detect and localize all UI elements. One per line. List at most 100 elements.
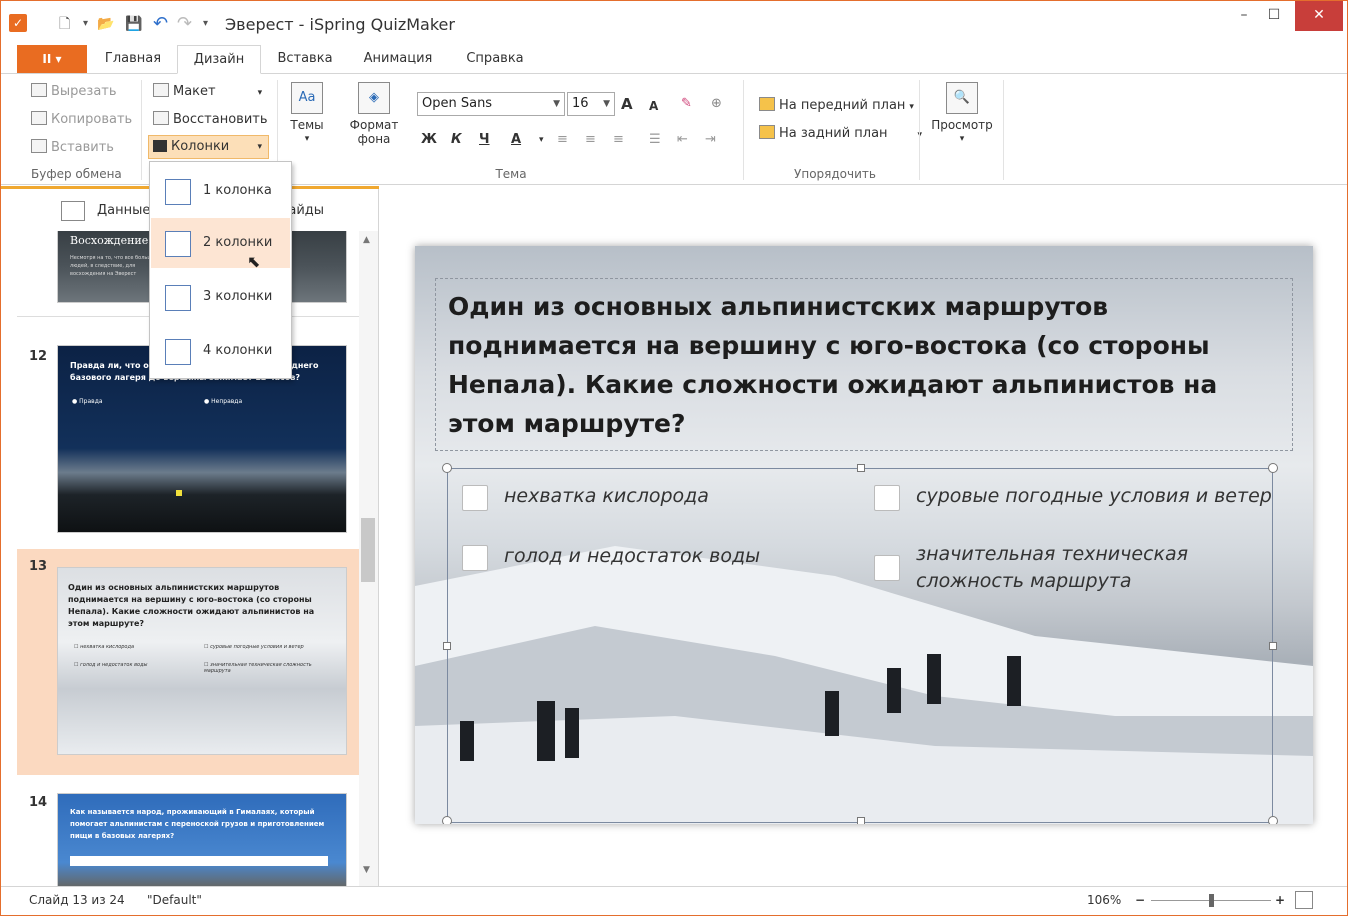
slide-counter: Слайд 13 из 24 <box>29 893 125 907</box>
slide-canvas: Один из основных альпинистских маршрутов… <box>415 246 1313 824</box>
ribbon-separator <box>141 80 142 180</box>
scroll-up-icon[interactable]: ▲ <box>363 235 370 245</box>
zoom-slider[interactable] <box>1151 894 1271 907</box>
zoom-out-button[interactable]: − <box>1135 887 1145 913</box>
clipboard-icon <box>31 139 47 153</box>
font-size-select[interactable]: 16 ▼ <box>567 92 615 116</box>
answer-checkbox[interactable] <box>462 485 488 511</box>
tab-home[interactable]: Главная <box>99 45 167 74</box>
redo-icon[interactable]: ↷ <box>177 15 192 33</box>
send-to-back-button[interactable]: На задний план▾ <box>759 124 922 145</box>
zoom-in-button[interactable]: + <box>1275 887 1285 913</box>
menu-item-4-columns[interactable]: 4 колонки <box>151 326 290 376</box>
slide-canvas-area: Один из основных альпинистских маршрутов… <box>380 186 1347 886</box>
resize-handle[interactable] <box>443 642 451 650</box>
reset-layout-icon <box>153 111 169 125</box>
shrink-font-button[interactable]: A <box>649 96 658 116</box>
answer-option[interactable]: голод и недостаток воды <box>504 543 760 570</box>
panel-scrollbar[interactable]: ▲ ▼ <box>359 231 378 886</box>
open-folder-icon[interactable]: 📂 <box>97 15 114 33</box>
new-dropdown-icon[interactable]: ▾ <box>83 15 88 33</box>
resize-handle[interactable] <box>1268 463 1278 473</box>
bring-front-icon <box>759 97 775 111</box>
ribbon-separator <box>919 80 920 180</box>
menu-item-1-column[interactable]: 1 колонка <box>151 166 290 216</box>
app-window: ✓ 🗋 ▾ 📂 💾 ↶ ↷ ▾ Эверест - iSpring QuizMa… <box>0 0 1348 916</box>
align-right-icon[interactable]: ≡ <box>613 130 624 150</box>
question-text[interactable]: Один из основных альпинистских маршрутов… <box>448 287 1288 443</box>
question-text-box[interactable]: Один из основных альпинистских маршрутов… <box>435 278 1293 451</box>
customize-qa-icon[interactable]: ▾ <box>203 15 208 33</box>
tab-insert[interactable]: Вставка <box>269 45 341 74</box>
themes-button[interactable]: Aa Темы ▾ <box>287 82 327 146</box>
background-format-button[interactable]: ◈ Формат фона <box>345 82 403 146</box>
align-center-icon[interactable]: ≡ <box>585 130 596 150</box>
font-family-select[interactable]: Open Sans ▼ <box>417 92 565 116</box>
zoom-slider-knob[interactable] <box>1208 894 1214 907</box>
resize-handle[interactable] <box>1269 642 1277 650</box>
maximize-button[interactable]: ☐ <box>1259 1 1289 31</box>
grow-font-button[interactable]: A <box>621 94 633 114</box>
outdent-icon[interactable]: ⇤ <box>677 130 688 150</box>
chevron-down-icon: ▼ <box>603 99 610 109</box>
menu-item-3-columns[interactable]: 3 колонки <box>151 272 290 322</box>
file-menu-button[interactable]: II ▾ <box>17 45 87 73</box>
indent-icon[interactable]: ⇥ <box>705 130 716 150</box>
tab-data[interactable]: Данные <box>97 203 150 218</box>
answer-checkbox[interactable] <box>462 545 488 571</box>
minimize-button[interactable]: – <box>1229 1 1259 31</box>
preview-button[interactable]: 🔍 Просмотр ▾ <box>929 82 995 146</box>
zoom-level[interactable]: 106% <box>1087 887 1121 913</box>
bring-to-front-button[interactable]: На передний план ▾ <box>759 96 914 117</box>
copy-button[interactable]: Копировать <box>31 110 132 130</box>
answers-group[interactable]: нехватка кислорода суровые погодные усло… <box>442 463 1278 824</box>
italic-button[interactable]: К <box>451 130 462 150</box>
answer-option[interactable]: суровые погодные условия и ветер <box>916 483 1272 510</box>
list-icon[interactable]: ☰ <box>649 130 661 150</box>
paste-button[interactable]: Вставить <box>31 138 114 158</box>
resize-handle[interactable] <box>442 816 452 824</box>
answer-option[interactable]: значительная техническая сложность маршр… <box>916 541 1236 595</box>
layout-icon <box>153 83 169 97</box>
columns-dropdown: 1 колонка 2 колонки ⬉ 3 колонки 4 колонк… <box>149 161 292 379</box>
font-color-button[interactable]: А <box>511 130 521 150</box>
save-icon[interactable]: 💾 <box>125 15 142 33</box>
scroll-down-icon[interactable]: ▼ <box>363 865 370 875</box>
chevron-down-icon: ▾ <box>304 134 310 144</box>
tab-design[interactable]: Дизайн <box>177 45 261 74</box>
app-logo-icon[interactable]: ✓ <box>9 14 27 32</box>
resize-handle[interactable] <box>1268 816 1278 824</box>
bold-button[interactable]: Ж <box>421 130 437 150</box>
close-button[interactable]: ✕ <box>1295 1 1343 31</box>
resize-handle[interactable] <box>442 463 452 473</box>
tab-animation[interactable]: Анимация <box>353 45 443 74</box>
undo-icon[interactable]: ↶ <box>153 15 168 33</box>
clear-format-icon[interactable]: ✎ <box>681 94 692 114</box>
tab-help[interactable]: Справка <box>457 45 533 74</box>
align-left-icon[interactable]: ≡ <box>557 130 568 150</box>
scissors-icon <box>31 83 47 97</box>
slide-list-item[interactable]: 14 Как называется народ, проживающий в Г… <box>17 785 359 886</box>
scroll-thumb[interactable] <box>361 518 375 582</box>
reset-button[interactable]: Восстановить <box>153 110 268 130</box>
four-columns-icon <box>165 339 191 365</box>
layout-button[interactable]: Макет ▾ <box>153 82 262 103</box>
chevron-down-icon[interactable]: ▾ <box>539 130 544 150</box>
two-columns-icon <box>165 231 191 257</box>
columns-button[interactable]: Колонки ▾ <box>148 135 269 159</box>
resize-handle[interactable] <box>857 817 865 824</box>
slide-list-item-selected[interactable]: 13 Один из основных альпинистских маршру… <box>17 549 359 775</box>
chevron-down-icon: ▾ <box>959 134 965 144</box>
answer-checkbox[interactable] <box>874 555 900 581</box>
answer-option[interactable]: нехватка кислорода <box>504 483 709 510</box>
themes-icon: Aa <box>291 82 323 114</box>
answer-checkbox[interactable] <box>874 485 900 511</box>
slide-thumbnail: Как называется народ, проживающий в Гима… <box>57 793 347 886</box>
cut-button[interactable]: Вырезать <box>31 82 117 102</box>
new-file-icon[interactable]: 🗋 <box>59 15 70 33</box>
resize-handle[interactable] <box>857 464 865 472</box>
language-icon[interactable]: ⊕ <box>711 94 722 114</box>
fit-to-window-icon[interactable] <box>1295 891 1313 909</box>
menu-item-2-columns[interactable]: 2 колонки ⬉ <box>151 218 290 271</box>
underline-button[interactable]: Ч <box>479 130 490 150</box>
